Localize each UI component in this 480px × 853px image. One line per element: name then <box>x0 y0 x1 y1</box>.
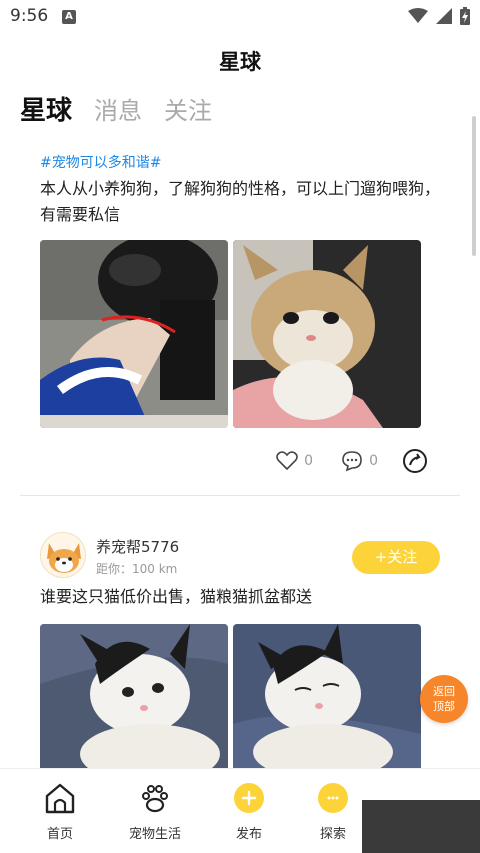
nav-home[interactable]: 首页 <box>15 779 105 842</box>
tab-messages[interactable]: 消息 <box>94 91 142 126</box>
back-to-top-line1: 返回 <box>433 685 455 698</box>
status-time: 9:56 <box>10 6 49 26</box>
share-icon[interactable] <box>402 448 428 474</box>
status-icons <box>408 6 470 26</box>
like-count: 0 <box>304 453 314 469</box>
notification-icon: A <box>62 10 76 24</box>
scrollbar[interactable] <box>472 116 476 256</box>
signal-icon <box>436 8 452 24</box>
nav-publish[interactable]: 发布 <box>204 779 294 842</box>
status-bar: 9:56 A <box>0 0 480 34</box>
post-text: 本人从小养狗狗，了解狗狗的性格，可以上门遛狗喂狗，有需要私信 <box>40 179 441 224</box>
post-image-kitten[interactable] <box>40 624 228 768</box>
tab-following[interactable]: 关注 <box>164 91 212 126</box>
nav-label: 首页 <box>46 827 73 842</box>
post-divider <box>20 495 460 496</box>
back-to-top-button[interactable]: 返回 顶部 <box>420 675 468 723</box>
post-image-dog[interactable] <box>40 240 228 428</box>
page-title: 星球 <box>219 50 261 74</box>
nav-label: 宠物生活 <box>128 827 181 842</box>
comment-count: 0 <box>369 453 378 469</box>
comment-action[interactable]: 0 <box>341 450 378 472</box>
avatar[interactable] <box>40 532 86 578</box>
username[interactable]: 养宠帮5776 <box>96 536 179 557</box>
nav-label: 发布 <box>235 827 262 842</box>
heart-icon[interactable] <box>276 451 298 471</box>
post-hashtag[interactable]: #宠物可以多和谐# <box>40 152 161 172</box>
battery-charging-icon <box>460 7 470 25</box>
distance: 距你：100 km <box>96 562 178 576</box>
back-to-top-line2: 顶部 <box>433 700 455 713</box>
post-text: 谁要这只猫低价出售，猫粮猫抓盆都送 <box>40 587 313 606</box>
post-actions: 0 0 <box>276 448 428 474</box>
post-image-kitten[interactable] <box>233 624 421 768</box>
follow-button[interactable]: +关注 <box>352 541 440 574</box>
plus-icon <box>234 783 264 813</box>
paw-icon <box>142 785 168 813</box>
home-icon <box>45 783 75 814</box>
comment-icon[interactable] <box>341 450 363 472</box>
overlay-block <box>362 800 480 853</box>
like-action[interactable]: 0 <box>276 451 313 471</box>
nav-pet-life[interactable]: 宠物生活 <box>110 779 200 842</box>
tab-bar: 星球 消息 关注 <box>20 90 212 127</box>
chat-bubble-icon <box>318 783 348 813</box>
wifi-icon <box>408 8 428 23</box>
tab-planet[interactable]: 星球 <box>20 90 72 127</box>
post-image-kitten[interactable] <box>233 240 421 428</box>
